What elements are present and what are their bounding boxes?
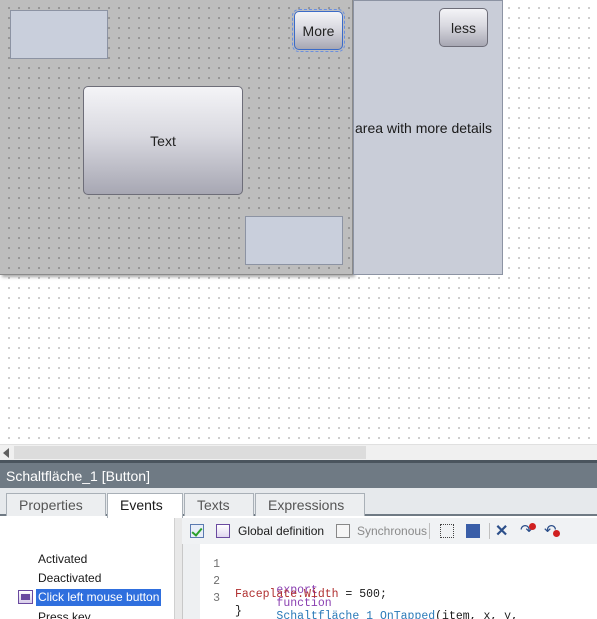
code-closing-brace: } bbox=[235, 605, 242, 618]
event-list-scrollbar[interactable] bbox=[174, 518, 182, 619]
code-editor[interactable]: 1 export function Schaltfläche_1_OnTappe… bbox=[200, 544, 597, 619]
more-button[interactable]: More bbox=[292, 9, 345, 52]
snippets-icon[interactable] bbox=[440, 524, 454, 538]
io-field-top-left[interactable] bbox=[10, 10, 108, 59]
inspector-tabbar: Properties Events Texts Expressions bbox=[0, 488, 597, 518]
toolbar-divider bbox=[489, 523, 490, 539]
script-event-icon bbox=[18, 590, 33, 604]
faceplate-area[interactable]: Text More bbox=[0, 0, 353, 275]
code-line: 3 } bbox=[200, 579, 242, 618]
event-item-click-left-mouse-button[interactable]: Click left mouse button bbox=[18, 589, 166, 606]
global-definition-button[interactable]: Global definition bbox=[238, 524, 324, 538]
scrollbar-thumb[interactable] bbox=[14, 446, 366, 459]
event-item-activated[interactable]: Activated bbox=[38, 552, 87, 566]
scroll-left-arrow-icon[interactable] bbox=[3, 448, 9, 458]
tab-expressions[interactable]: Expressions bbox=[255, 493, 365, 516]
code-params: (item, x, y, bbox=[435, 610, 518, 619]
tab-events[interactable]: Events bbox=[107, 493, 183, 518]
code-terminator: ; bbox=[379, 588, 387, 601]
code-line: 1 export function Schaltfläche_1_OnTappe… bbox=[200, 545, 518, 619]
global-definition-icon[interactable] bbox=[216, 524, 230, 538]
code-function-name: Schaltfläche_1_OnTapped bbox=[276, 610, 436, 619]
details-text: area with more details bbox=[355, 120, 492, 136]
io-field-bottom-right[interactable] bbox=[245, 216, 343, 265]
event-list: Activated Deactivated Click left mouse b… bbox=[0, 518, 174, 619]
event-item-deactivated[interactable]: Deactivated bbox=[38, 571, 101, 585]
design-canvas[interactable]: Text More area with more details less bbox=[0, 0, 597, 460]
tab-texts[interactable]: Texts bbox=[184, 493, 254, 516]
details-panel[interactable]: area with more details less bbox=[353, 0, 503, 275]
code-value: 500 bbox=[359, 588, 380, 601]
check-syntax-icon[interactable] bbox=[190, 524, 204, 538]
convert-to-function-icon[interactable]: ↷ bbox=[520, 521, 536, 539]
synchronous-button[interactable]: Synchronous bbox=[357, 524, 427, 538]
remove-function-icon[interactable]: ↶ bbox=[544, 521, 560, 539]
code-line: 2 Faceplate.Width = 500; bbox=[200, 562, 387, 601]
code-operator: = bbox=[338, 588, 360, 601]
less-button[interactable]: less bbox=[439, 8, 488, 47]
line-number: 3 bbox=[213, 592, 220, 605]
script-toolbar: Global definition Synchronous ✕ ↷ ↶ bbox=[182, 518, 597, 544]
horizontal-scrollbar[interactable] bbox=[0, 444, 597, 460]
delete-icon[interactable]: ✕ bbox=[495, 521, 509, 540]
text-button[interactable]: Text bbox=[83, 86, 243, 195]
system-functions-icon[interactable] bbox=[466, 524, 480, 538]
tab-properties[interactable]: Properties bbox=[6, 493, 106, 516]
synchronous-icon[interactable] bbox=[336, 524, 350, 538]
toolbar-divider bbox=[429, 523, 430, 539]
event-item-press-key[interactable]: Press key bbox=[38, 610, 91, 619]
code-object: Faceplate.Width bbox=[235, 588, 339, 601]
event-item-label[interactable]: Click left mouse button bbox=[36, 589, 162, 606]
inspector-title: Schaltfläche_1 [Button] bbox=[0, 463, 597, 488]
